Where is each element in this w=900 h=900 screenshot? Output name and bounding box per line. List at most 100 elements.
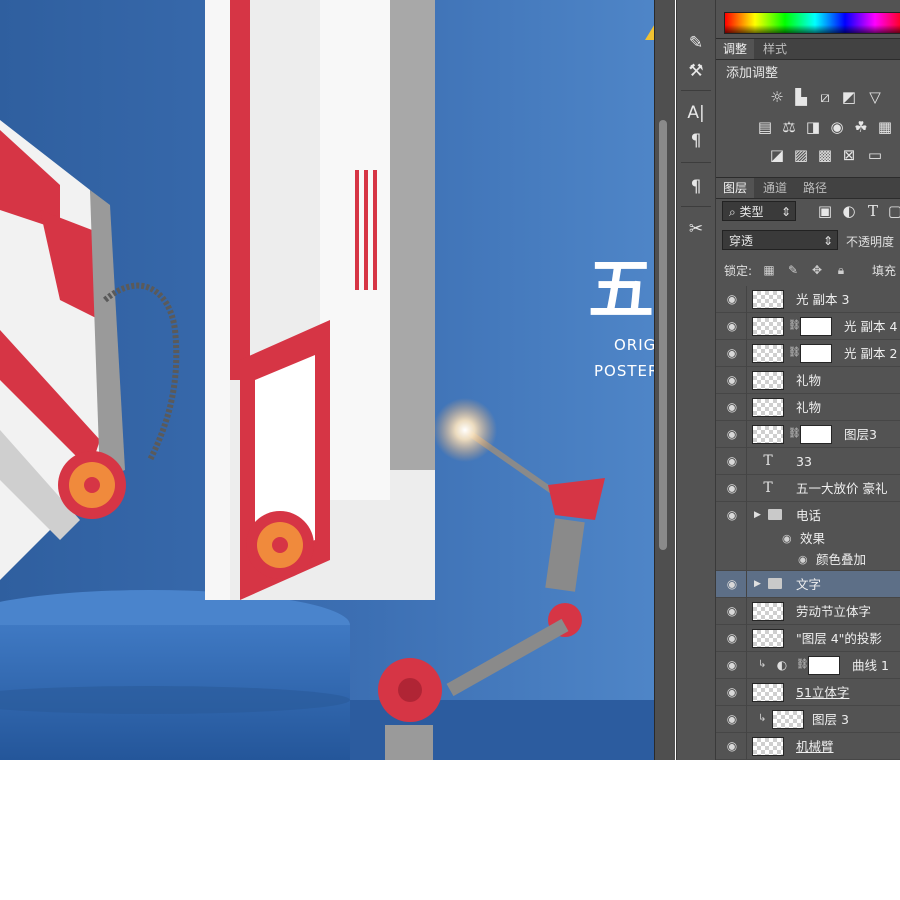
layer-row[interactable]: ◉ ↳ 图层 3 xyxy=(716,706,900,733)
eye-icon[interactable]: ◉ xyxy=(724,507,740,523)
brush-presets-icon[interactable]: ⚒ xyxy=(681,58,711,84)
layer-row[interactable]: ◉ 劳动节立体字 xyxy=(716,598,900,625)
layer-row[interactable]: ◉ 礼物 xyxy=(716,394,900,421)
layer-row[interactable]: ◉ ↳ ◐ ⛓ 曲线 1 xyxy=(716,652,900,679)
scrollbar-thumb[interactable] xyxy=(659,120,667,550)
eye-icon[interactable]: ◉ xyxy=(724,657,740,673)
layer-row[interactable]: ◉ 51立体字 xyxy=(716,679,900,706)
eye-icon[interactable]: ◉ xyxy=(798,553,808,567)
eye-icon[interactable]: ◉ xyxy=(724,318,740,334)
lock-label: 锁定: xyxy=(724,264,753,278)
lock-pixels-icon[interactable]: ✎ xyxy=(786,263,800,277)
canvas-scrollbar[interactable] xyxy=(654,0,675,760)
layer-row[interactable]: ◉ 光 副本 3 xyxy=(716,286,900,313)
invert-icon[interactable]: ◪ xyxy=(768,146,786,164)
eye-icon[interactable]: ◉ xyxy=(724,399,740,415)
eye-icon[interactable]: ◉ xyxy=(724,453,740,469)
lock-transparent-icon[interactable]: ▦ xyxy=(762,263,776,277)
eye-icon[interactable]: ◉ xyxy=(724,480,740,496)
eye-icon[interactable]: ◉ xyxy=(724,603,740,619)
layers-list[interactable]: ◉ 光 副本 3 ◉ ⛓ 光 副本 4 ◉ ⛓ 光 副本 2 ◉ 礼物 ◉ 礼物… xyxy=(716,286,900,760)
link-icon[interactable]: ⛓ xyxy=(788,347,801,359)
layer-mask-thumbnail[interactable] xyxy=(800,425,832,444)
lock-position-icon[interactable]: ✥ xyxy=(810,263,824,277)
filter-shape-icon[interactable]: ▢ xyxy=(886,202,900,220)
layer-row[interactable]: ◉ 礼物 xyxy=(716,367,900,394)
layer-row[interactable]: ◉ ⛓ 图层3 xyxy=(716,421,900,448)
layer-filter-select[interactable]: ⌕ 类型 ⇕ xyxy=(722,201,796,221)
layer-row[interactable]: ◉ "图层 4"的投影 xyxy=(716,625,900,652)
layer-row[interactable]: ◉ ⛓ 光 副本 4 xyxy=(716,313,900,340)
channel-mixer-icon[interactable]: ☘ xyxy=(852,118,870,136)
link-icon[interactable]: ⛓ xyxy=(788,428,801,440)
eye-icon[interactable]: ◉ xyxy=(724,630,740,646)
layer-effects-row[interactable]: ◉ 效果 xyxy=(716,529,900,549)
layer-row[interactable]: ◉ T 33 xyxy=(716,448,900,475)
brush-tool-icon[interactable]: ✎ xyxy=(681,30,711,56)
lock-all-icon[interactable]: 🔒︎ xyxy=(834,263,848,277)
eye-icon[interactable]: ◉ xyxy=(724,426,740,442)
eye-icon[interactable]: ◉ xyxy=(724,711,740,727)
tab-adjustments[interactable]: 调整 xyxy=(716,39,755,59)
layer-group-row[interactable]: ◉ ▶ 电话 xyxy=(716,502,900,529)
expand-arrow-icon[interactable]: ▶ xyxy=(754,578,761,590)
tab-styles[interactable]: 样式 xyxy=(756,39,794,59)
layer-name: 劳动节立体字 xyxy=(796,604,872,619)
layer-mask-thumbnail[interactable] xyxy=(800,344,832,363)
tab-layers[interactable]: 图层 xyxy=(716,178,755,198)
photo-filter-icon[interactable]: ◉ xyxy=(828,118,846,136)
paragraph-icon[interactable]: ¶ xyxy=(681,128,711,154)
color-lookup-icon[interactable]: ▦ xyxy=(876,118,894,136)
eye-icon[interactable]: ◉ xyxy=(724,738,740,754)
layer-thumbnail xyxy=(752,425,784,444)
tab-channels[interactable]: 通道 xyxy=(756,178,794,198)
threshold-icon[interactable]: ▩ xyxy=(816,146,834,164)
layer-thumbnail xyxy=(752,344,784,363)
color-spectrum[interactable] xyxy=(724,12,900,34)
type-tool-icon[interactable]: A| xyxy=(681,100,711,126)
document-canvas[interactable]: 五 ORIG POSTER xyxy=(0,0,662,760)
exposure-icon[interactable]: ◩ xyxy=(840,88,858,106)
expand-arrow-icon[interactable]: ▶ xyxy=(754,509,761,521)
link-icon[interactable]: ⛓ xyxy=(788,320,801,332)
filter-adjustment-icon[interactable]: ◐ xyxy=(840,202,858,220)
layer-thumbnail xyxy=(772,710,804,729)
paragraph-styles-icon[interactable]: ¶ xyxy=(681,174,711,200)
vibrance-icon[interactable]: ▽ xyxy=(866,88,884,106)
filter-type-icon[interactable]: T xyxy=(864,202,882,220)
layer-row[interactable]: ◉ ⛓ 光 副本 2 xyxy=(716,340,900,367)
hue-saturation-icon[interactable]: ▤ xyxy=(756,118,774,136)
color-balance-icon[interactable]: ⚖ xyxy=(780,118,798,136)
eye-icon[interactable]: ◉ xyxy=(724,291,740,307)
layer-mask-thumbnail[interactable] xyxy=(800,317,832,336)
clip-arrow-icon: ↳ xyxy=(758,659,767,670)
gradient-map-icon[interactable]: ▭ xyxy=(866,146,884,164)
filter-pixel-icon[interactable]: ▣ xyxy=(816,202,834,220)
eye-icon[interactable]: ◉ xyxy=(724,345,740,361)
link-icon[interactable]: ⛓ xyxy=(796,659,809,671)
fill-label: 填充 xyxy=(872,264,897,278)
layer-row[interactable]: ◉ T 五一大放价 豪礼 xyxy=(716,475,900,502)
selective-color-icon[interactable]: ⊠ xyxy=(840,146,858,164)
posterize-icon[interactable]: ▨ xyxy=(792,146,810,164)
layer-mask-thumbnail[interactable] xyxy=(808,656,840,675)
photoshop-window: 五 ORIG POSTER ✎ ⚒ A| ¶ ¶ ✂ 调整 样式 添加调整 ☼ … xyxy=(0,0,900,760)
brightness-icon[interactable]: ☼ xyxy=(768,88,786,106)
eye-icon[interactable]: ◉ xyxy=(782,532,792,546)
layer-filter-value: 类型 xyxy=(739,205,764,219)
blend-mode-select[interactable]: 穿透 ⇕ xyxy=(722,230,838,250)
layer-row[interactable]: ◉ 机械臂 xyxy=(716,733,900,760)
eye-icon[interactable]: ◉ xyxy=(724,372,740,388)
tab-paths[interactable]: 路径 xyxy=(796,178,834,198)
layer-effect-row[interactable]: ◉ 颜色叠加 xyxy=(716,549,900,571)
curves-icon[interactable]: ⧄ xyxy=(816,88,834,106)
eye-icon[interactable]: ◉ xyxy=(724,576,740,592)
layer-group-row[interactable]: ◉ ▶ 文字 xyxy=(716,571,900,598)
black-white-icon[interactable]: ◨ xyxy=(804,118,822,136)
layer-thumbnail xyxy=(752,317,784,336)
scissors-icon[interactable]: ✂ xyxy=(681,216,711,242)
levels-icon[interactable]: ▙ xyxy=(792,88,810,106)
poster-artwork xyxy=(0,0,662,760)
text-layer-icon: T xyxy=(763,453,773,469)
eye-icon[interactable]: ◉ xyxy=(724,684,740,700)
